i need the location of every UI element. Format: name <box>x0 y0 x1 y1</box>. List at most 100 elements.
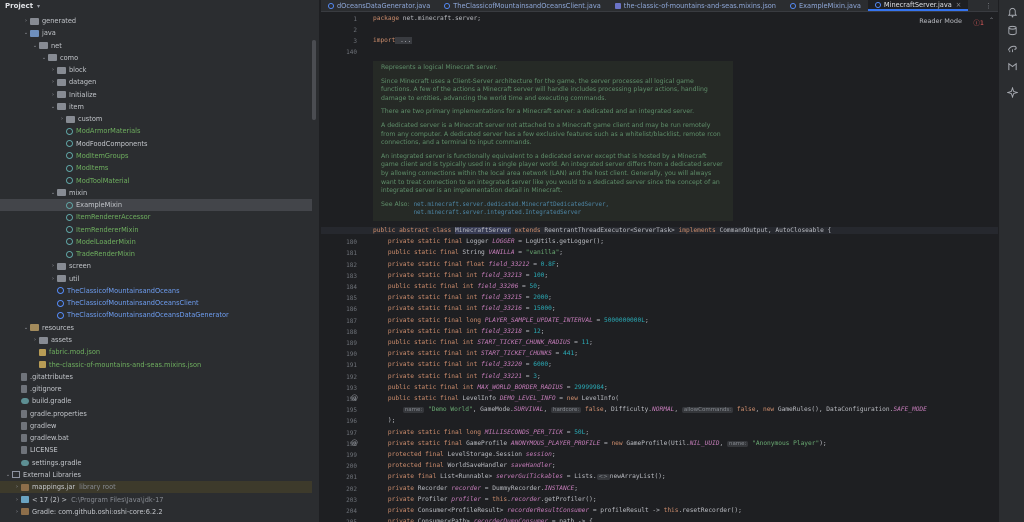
tree-item[interactable]: › Initialize <box>0 89 97 101</box>
reader-mode-button[interactable]: Reader Mode <box>919 17 962 25</box>
code-line: private static final Logger LOGGER = Log… <box>387 238 604 246</box>
code-line: protected final WorldSaveHandler saveHan… <box>387 462 556 470</box>
tree-item[interactable]: fabric.mod.json <box>0 346 100 358</box>
tree-item[interactable]: ModArmorMaterials <box>0 125 140 137</box>
tree-item[interactable]: › screen <box>0 260 91 272</box>
tree-item-label: fabric.mod.json <box>49 348 101 357</box>
chevron-right-icon[interactable]: › <box>31 337 39 343</box>
chevron-down-icon[interactable]: ⌄ <box>22 325 30 331</box>
chevron-right-icon[interactable]: › <box>49 263 57 269</box>
tree-item[interactable]: › assets <box>0 334 72 346</box>
chevron-right-icon[interactable]: › <box>13 497 21 503</box>
chevron-right-icon[interactable]: › <box>13 509 21 515</box>
tree-item[interactable]: TheClassicofMountainsandOceansClient <box>0 297 199 309</box>
chevron-down-icon[interactable]: ⌄ <box>31 43 39 49</box>
ai-assistant-icon[interactable] <box>1006 86 1018 98</box>
chevron-down-icon[interactable]: ⌄ <box>22 30 30 36</box>
folder-icon <box>57 91 66 99</box>
folder-icon <box>66 115 75 123</box>
tree-item[interactable]: › generated <box>0 15 76 27</box>
tree-item-label: como <box>60 53 79 62</box>
tree-item-label: resources <box>42 323 74 332</box>
tree-item[interactable]: › block <box>0 64 87 76</box>
tree-item[interactable]: ⌄ mixin <box>0 187 87 199</box>
annotation-icon[interactable]: @ <box>351 394 358 402</box>
tree-item[interactable]: gradle.properties <box>0 408 87 420</box>
tree-item[interactable]: ⌄ como <box>0 52 78 64</box>
annotation-icon[interactable]: @ <box>351 439 358 447</box>
chevron-down-icon[interactable]: ⌄ <box>49 190 57 196</box>
chevron-right-icon[interactable]: › <box>22 18 30 24</box>
error-indicator[interactable]: ⓘ1 <box>973 17 984 27</box>
tree-item[interactable]: the-classic-of-mountains-and-seas.mixins… <box>0 359 201 371</box>
chevron-right-icon[interactable]: › <box>49 67 57 73</box>
chevron-down-icon[interactable]: ⌄ <box>4 472 12 478</box>
chevron-down-icon[interactable]: ▾ <box>37 3 40 10</box>
chevron-right-icon[interactable]: › <box>58 116 66 122</box>
tree-item[interactable]: TheClassicofMountainsandOceans <box>0 285 180 297</box>
tree-item[interactable]: gradlew <box>0 420 56 432</box>
tree-item[interactable]: ModToolMaterial <box>0 175 130 187</box>
tree-item[interactable]: ItemRendererMixin <box>0 224 139 236</box>
tree-item[interactable]: ModelLoaderMixin <box>0 236 136 248</box>
tree-item[interactable]: TheClassicofMountainsandOceansDataGenera… <box>0 309 229 321</box>
notifications-icon[interactable] <box>1006 6 1018 18</box>
close-icon[interactable]: × <box>956 1 962 9</box>
line-number: 202 <box>346 485 357 493</box>
code-line: public abstract class MinecraftServer ex… <box>321 227 998 234</box>
editor-tab[interactable]: ExampleMixin.java <box>783 0 868 11</box>
chevron-down-icon[interactable]: ⌄ <box>40 55 48 61</box>
maven-icon[interactable] <box>1006 60 1018 72</box>
tree-item[interactable]: ⌄ net <box>0 40 62 52</box>
tree-item[interactable]: ⌄ External Libraries <box>0 469 81 481</box>
tree-item[interactable]: ⌄ item <box>0 101 84 113</box>
library-icon <box>21 483 29 491</box>
tree-item[interactable]: gradlew.bat <box>0 432 69 444</box>
chevron-right-icon[interactable]: › <box>49 92 57 98</box>
editor-tab[interactable]: the-classic-of-mountains-and-seas.mixins… <box>608 0 783 11</box>
tree-item[interactable]: LICENSE <box>0 444 58 456</box>
tree-item[interactable]: ModItems <box>0 162 108 174</box>
tree-item[interactable]: ExampleMixin <box>0 199 312 212</box>
editor-tab[interactable]: TheClassicofMountainsandOceansClient.jav… <box>437 0 608 11</box>
tree-item[interactable]: ⌄ resources <box>0 322 74 334</box>
chevron-right-icon[interactable]: › <box>49 79 57 85</box>
database-icon[interactable] <box>1006 24 1018 36</box>
see-also-link[interactable]: net.minecraft.server.integrated.Integrat… <box>414 210 582 216</box>
tree-item[interactable]: .gitignore <box>0 383 62 395</box>
tree-item[interactable]: › mappings.jar library root <box>0 481 312 494</box>
see-also-link[interactable]: net.minecraft.server.dedicated.Minecraft… <box>414 202 609 208</box>
editor-tab[interactable]: MinecraftServer.java × <box>867 0 969 11</box>
project-panel-header[interactable]: Project ▾ <box>0 0 319 12</box>
class-icon <box>66 152 73 160</box>
editor-tabs: dOceansDataGenerator.java TheClassicofMou… <box>321 0 998 12</box>
source-folder-icon <box>30 29 39 37</box>
tree-item[interactable]: ModFoodComponents <box>0 138 147 150</box>
tree-item[interactable]: ⌄ java <box>0 27 56 39</box>
tree-item[interactable]: ModItemGroups <box>0 150 128 162</box>
code-line: private static final int field_33218 = 1… <box>387 327 545 335</box>
tree-item[interactable]: build.gradle <box>0 395 71 407</box>
editor-tab[interactable]: dOceansDataGenerator.java <box>321 0 437 11</box>
tree-item[interactable]: ItemRendererAccessor <box>0 211 150 223</box>
import-line[interactable]: import ... <box>373 37 413 44</box>
tree-item[interactable]: › datagen <box>0 76 96 88</box>
tree-item[interactable]: › < 17 (2) > C:\Program Files\Java\jdk-17 <box>0 494 164 506</box>
folder-icon <box>48 54 57 62</box>
line-number: 187 <box>346 317 357 325</box>
gradle-icon[interactable] <box>1006 42 1018 54</box>
chevron-down-icon[interactable]: ⌄ <box>49 104 57 110</box>
tree-item-label: TheClassicofMountainsandOceans <box>67 286 180 295</box>
tab-options-icon[interactable]: ⋮ <box>979 0 998 11</box>
chevron-right-icon[interactable]: › <box>13 484 21 490</box>
tree-item[interactable]: › custom <box>0 113 102 125</box>
package-line: package net.minecraft.server; <box>373 15 482 22</box>
chevron-right-icon[interactable]: › <box>49 276 57 282</box>
tree-item[interactable]: › util <box>0 273 79 285</box>
project-scrollbar[interactable] <box>312 40 316 120</box>
tree-item[interactable]: TradeRenderMixin <box>0 248 135 260</box>
tree-item[interactable]: settings.gradle <box>0 457 81 469</box>
tree-item[interactable]: .gitattributes <box>0 371 73 383</box>
tree-item[interactable]: › Gradle: com.github.oshi:oshi-core:6.2.2 <box>0 506 163 518</box>
json-file-icon <box>614 2 621 9</box>
